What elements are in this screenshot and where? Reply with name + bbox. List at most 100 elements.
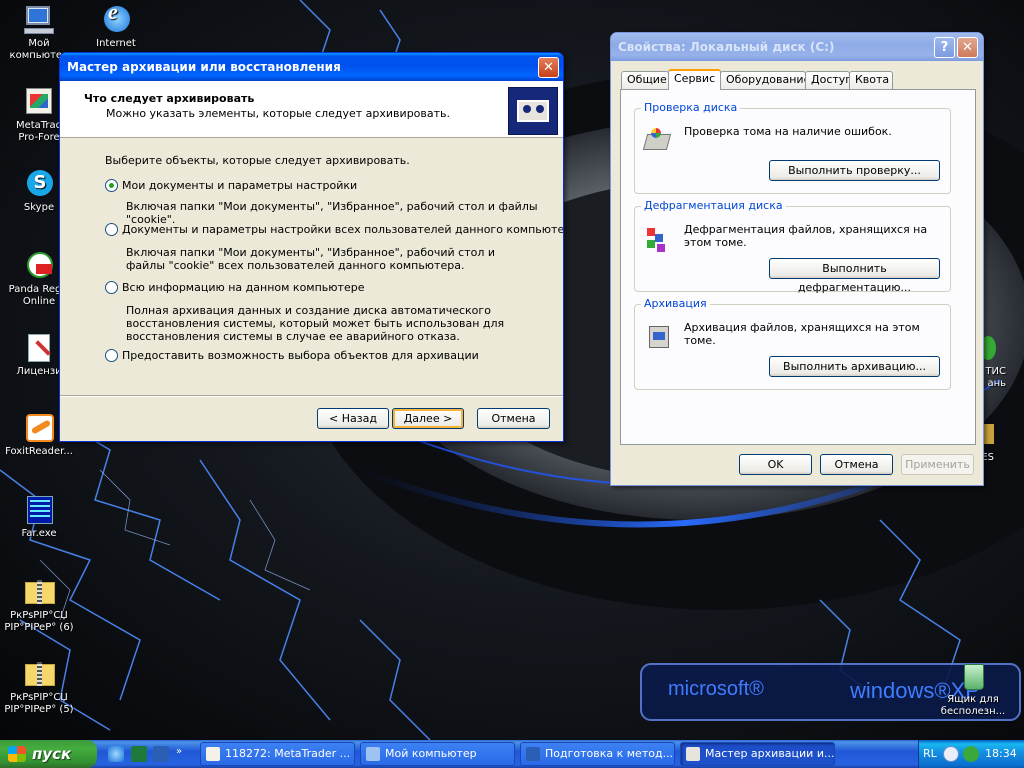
tab-hardware[interactable]: Оборудование xyxy=(720,71,810,89)
desktop-icon-zip-5[interactable]: PкPsPIP°CЏ PIP°PIPeP° (5) xyxy=(1,658,77,716)
header-title: Что следует архивировать xyxy=(84,92,255,105)
task-label: Мастер архивации и... xyxy=(705,747,835,760)
properties-title: Свойства: Локальный диск (C:) xyxy=(618,40,835,54)
metatrader-icon xyxy=(206,747,220,761)
desktop-icon-far[interactable]: Far.exe xyxy=(1,494,77,540)
language-indicator[interactable]: RL xyxy=(923,747,937,760)
disk-properties-window[interactable]: Свойства: Локальный диск (C:) ? ✕ Общие … xyxy=(610,32,984,486)
run-check-button[interactable]: Выполнить проверку... xyxy=(769,160,940,181)
group-defrag: Дефрагментация диска Дефрагментация файл… xyxy=(634,199,951,294)
wizard-header: Что следует архивировать Можно указать э… xyxy=(60,81,563,138)
windows-flag-icon xyxy=(8,746,26,762)
group-check-disk: Проверка диска Проверка тома на наличие … xyxy=(634,101,951,194)
option-label: Документы и параметры настройки всех пол… xyxy=(122,223,564,236)
task-label: 118272: MetaTrader ... xyxy=(225,747,351,760)
metatrader-icon xyxy=(22,86,56,118)
radio-button[interactable] xyxy=(105,179,118,192)
desktop-icon-label: FoxitReader... xyxy=(5,446,73,457)
close-button[interactable]: ✕ xyxy=(538,57,559,78)
task-metatrader[interactable]: 118272: MetaTrader ... xyxy=(200,742,355,766)
desktop-icon-label: Ящик для бесполезн... xyxy=(940,694,1006,717)
task-word-document[interactable]: Подготовка к метод... xyxy=(520,742,675,766)
desktop-icon-recycle-bin[interactable]: Ящик для бесполезн... xyxy=(935,660,1011,718)
tab-service[interactable]: Сервис xyxy=(668,69,721,90)
word-icon xyxy=(526,747,540,761)
backup-wizard-icon xyxy=(508,87,558,135)
tab-quota[interactable]: Квота xyxy=(849,71,893,89)
start-button[interactable]: пуск xyxy=(0,740,97,768)
service-tab-pane: Проверка диска Проверка тома на наличие … xyxy=(620,89,976,445)
run-defrag-button[interactable]: Выполнить дефрагментацию... xyxy=(769,258,940,294)
group-label: Дефрагментация диска xyxy=(641,199,786,212)
option-description: Полная архивация данных и создание диска… xyxy=(126,304,505,343)
option-label: Предоставить возможность выбора объектов… xyxy=(122,349,479,362)
clock[interactable]: 18:34 xyxy=(985,747,1017,760)
quicklaunch-chevron-icon[interactable]: » xyxy=(176,746,182,757)
group-text: Проверка тома на наличие ошибок. xyxy=(684,125,892,138)
recycle-bin-icon xyxy=(956,660,990,692)
option-all-users[interactable]: Документы и параметры настройки всех пол… xyxy=(105,223,563,237)
radio-button[interactable] xyxy=(105,223,118,236)
license-icon xyxy=(22,332,56,364)
cancel-button[interactable]: Отмена xyxy=(820,454,893,475)
tab-sharing[interactable]: Доступ xyxy=(805,71,852,89)
option-description: Включая папки "Мои документы", "Избранно… xyxy=(126,246,496,272)
task-backup-wizard[interactable]: Мастер архивации и... xyxy=(680,742,835,766)
tray-update-icon[interactable] xyxy=(963,746,979,762)
start-label: пуск xyxy=(32,745,72,763)
desktop-icon-internet[interactable]: e Internet xyxy=(78,1,154,50)
properties-titlebar[interactable]: Свойства: Локальный диск (C:) ? ✕ xyxy=(611,33,983,61)
radio-button[interactable] xyxy=(105,281,118,294)
my-computer-icon xyxy=(366,747,380,761)
check-disk-icon xyxy=(642,126,673,156)
task-label: Подготовка к метод... xyxy=(545,747,674,760)
option-my-documents[interactable]: Мои документы и параметры настройки xyxy=(105,179,357,193)
quicklaunch-word-icon[interactable] xyxy=(153,746,169,762)
quicklaunch-ie-icon[interactable] xyxy=(108,746,124,762)
group-text: Архивация файлов, хранящихся на этом том… xyxy=(684,321,920,347)
desktop-icon-label: Far.exe xyxy=(21,528,57,539)
group-backup: Архивация Архивация файлов, хранящихся н… xyxy=(634,297,951,390)
desktop-icon-label: Internet xyxy=(96,38,136,49)
tab-general[interactable]: Общие xyxy=(621,71,669,89)
desktop-icon-label: PкPsPIP°CЏ PIP°PIPeP° (6) xyxy=(4,610,74,633)
radio-button[interactable] xyxy=(105,349,118,362)
option-all-information[interactable]: Всю информацию на данном компьютере xyxy=(105,281,364,295)
panda-icon xyxy=(22,250,56,282)
run-backup-button[interactable]: Выполнить архивацию... xyxy=(769,356,940,377)
zip-folder-icon xyxy=(22,576,56,608)
zip-folder-icon xyxy=(22,658,56,690)
apply-button[interactable]: Применить xyxy=(901,454,974,475)
close-button[interactable]: ✕ xyxy=(957,37,978,58)
quicklaunch-excel-icon[interactable] xyxy=(131,746,147,762)
desktop-icon-zip-6[interactable]: PкPsPIP°CЏ PIP°PIPeP° (6) xyxy=(1,576,77,634)
wizard-titlebar[interactable]: Мастер архивации или восстановления ✕ xyxy=(60,53,563,81)
watermark-microsoft: microsoft® xyxy=(668,678,764,700)
group-text: Дефрагментация файлов, хранящихся на это… xyxy=(684,223,928,249)
skype-icon: S xyxy=(22,168,56,200)
option-label: Мои документы и параметры настройки xyxy=(122,179,358,192)
backup-wizard-window[interactable]: Мастер архивации или восстановления ✕ Чт… xyxy=(59,52,564,442)
group-label: Проверка диска xyxy=(641,101,741,114)
option-label: Всю информацию на данном компьютере xyxy=(122,281,365,294)
wizard-title: Мастер архивации или восстановления xyxy=(67,60,341,74)
ok-button[interactable]: OK xyxy=(739,454,812,475)
my-computer-icon xyxy=(22,4,56,36)
backup-wizard-icon xyxy=(686,747,700,761)
task-my-computer[interactable]: Мой компьютер xyxy=(360,742,515,766)
partial-icon xyxy=(980,332,1014,364)
help-button[interactable]: ? xyxy=(934,37,955,58)
tray-network-icon[interactable] xyxy=(943,746,959,762)
backup-icon xyxy=(643,322,673,352)
system-tray: RL 18:34 xyxy=(918,740,1024,768)
selection-prompt: Выберите объекты, которые следует архиви… xyxy=(105,154,410,167)
cancel-button[interactable]: Отмена xyxy=(477,408,550,429)
option-custom-selection[interactable]: Предоставить возможность выбора объектов… xyxy=(105,349,479,363)
wizard-separator xyxy=(60,395,563,397)
back-button[interactable]: < Назад xyxy=(317,408,389,429)
partial-icon xyxy=(980,418,1014,450)
next-button[interactable]: Далее > xyxy=(392,408,464,429)
group-label: Архивация xyxy=(641,297,710,310)
far-icon xyxy=(22,494,56,526)
defrag-icon xyxy=(643,224,673,254)
